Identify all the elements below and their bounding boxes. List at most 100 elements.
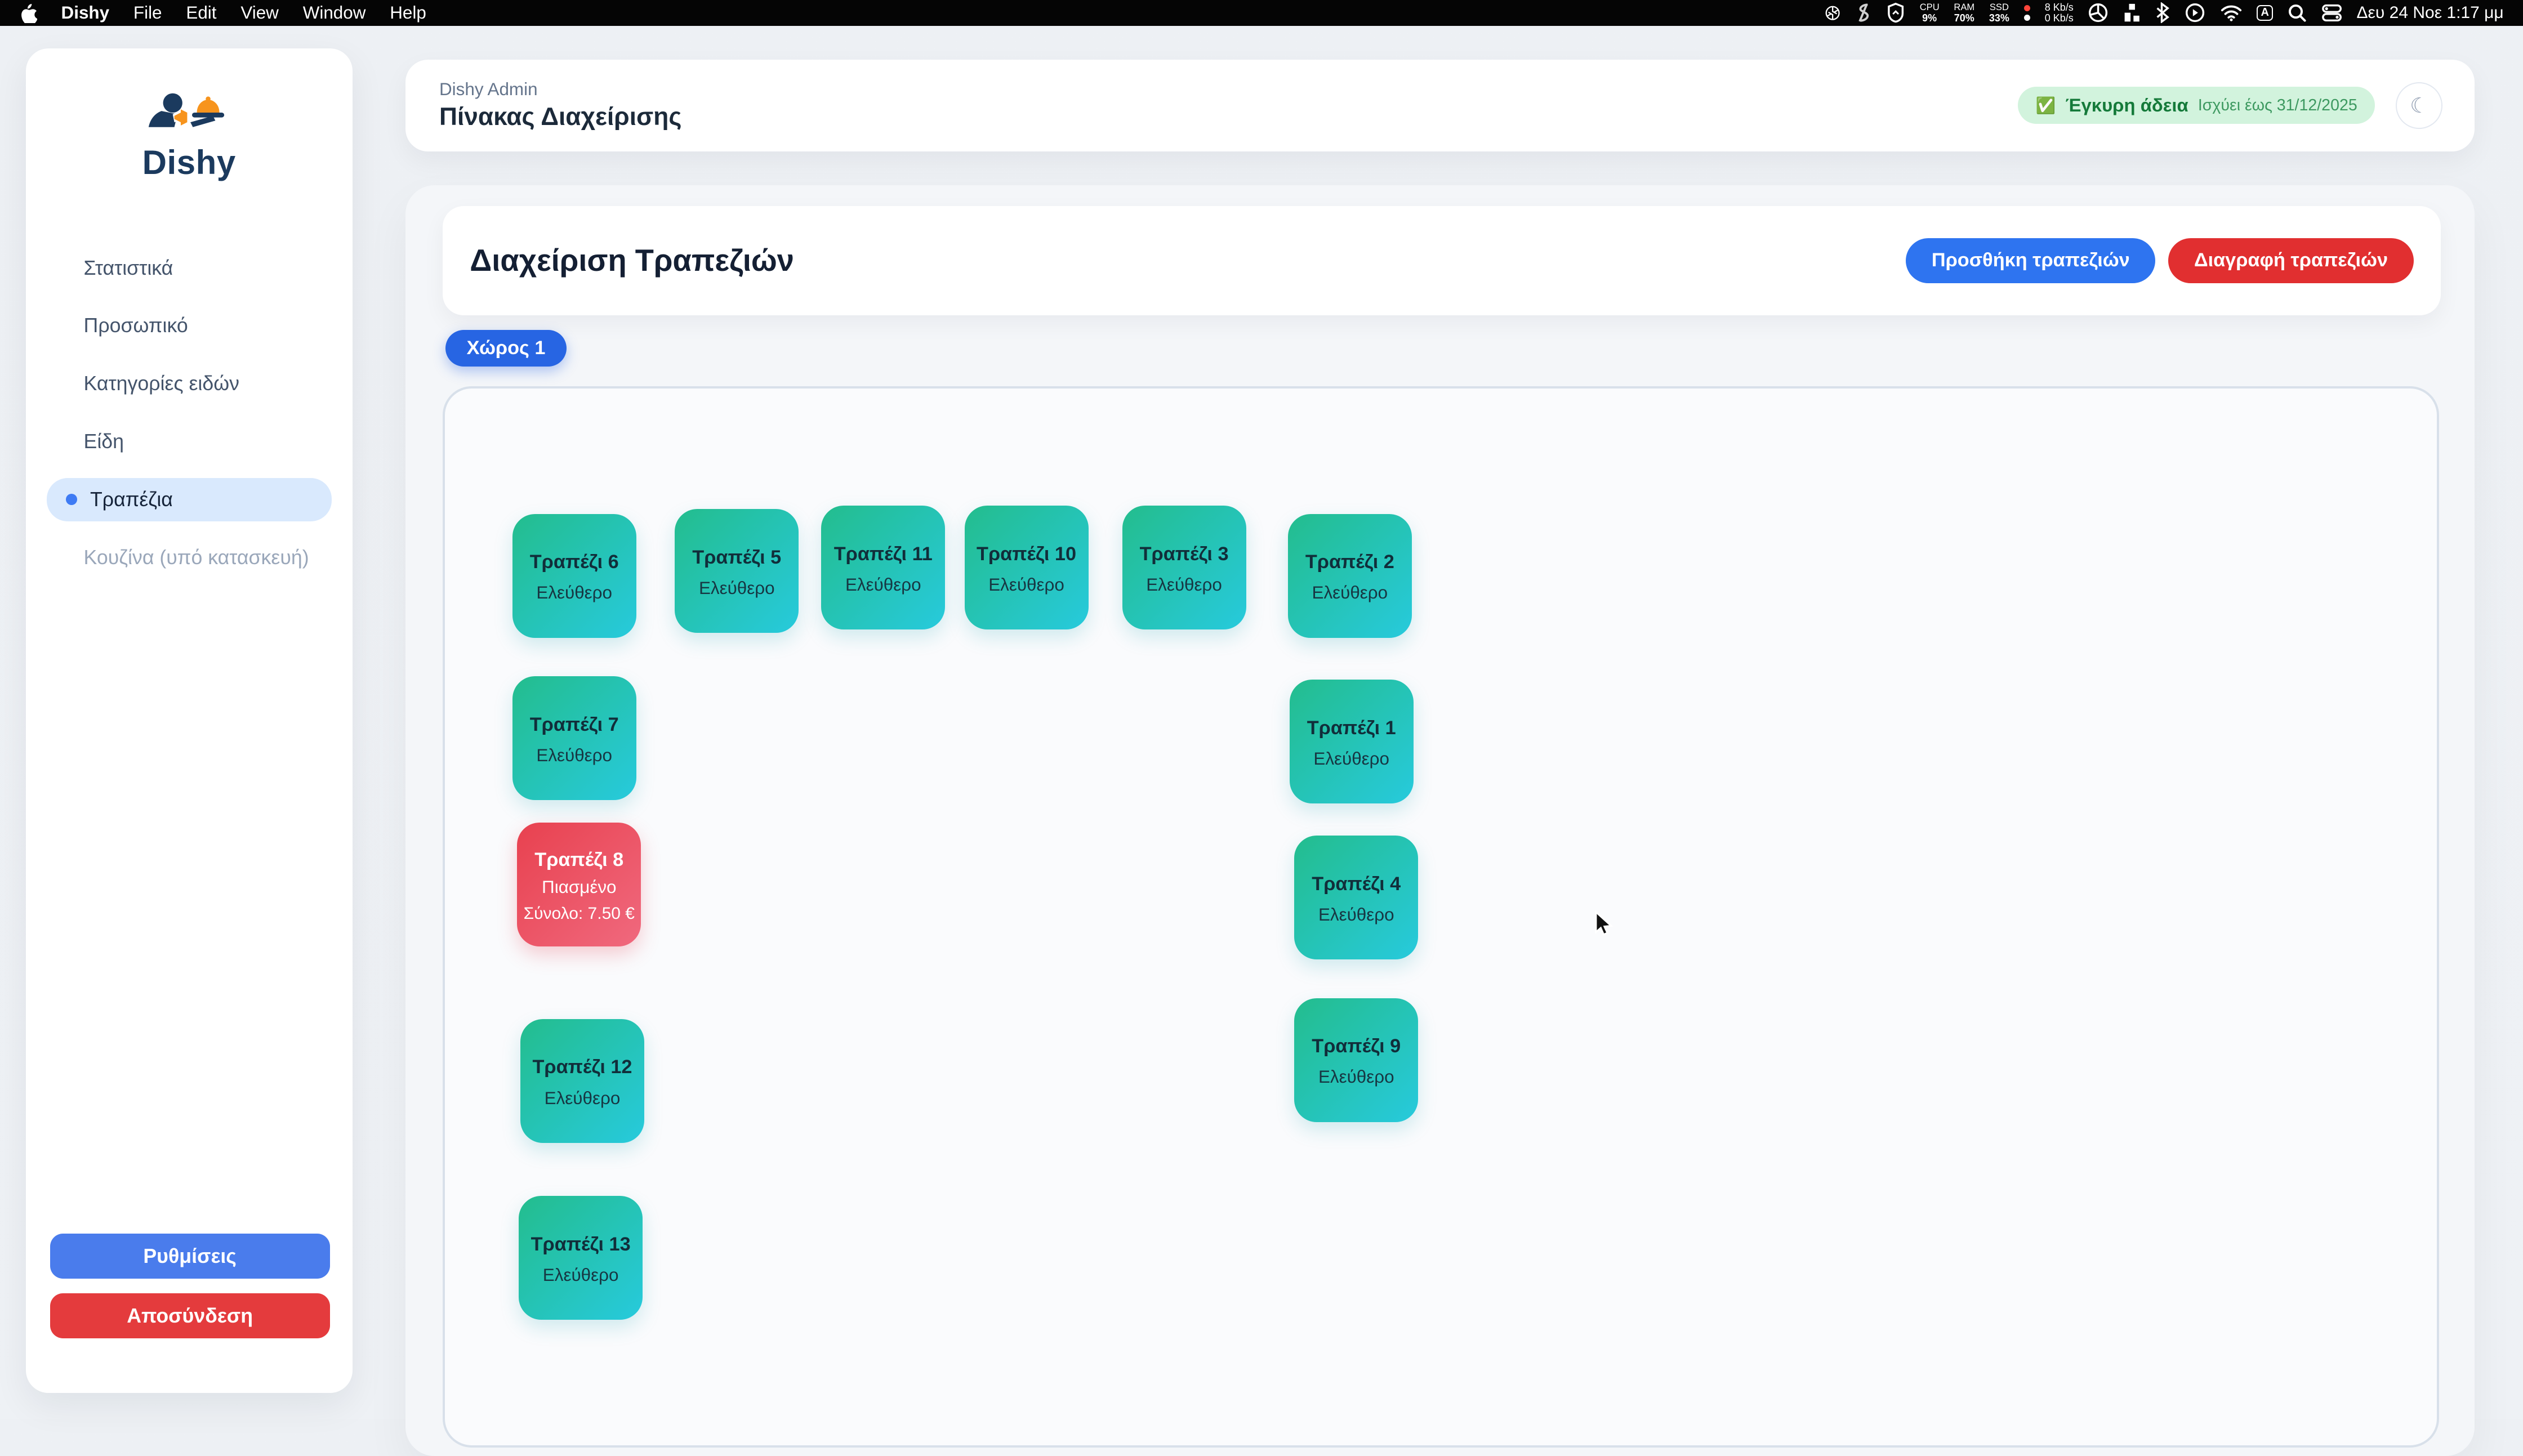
squiggle-app-icon[interactable] xyxy=(1857,2,1871,23)
sidebar-item-0[interactable]: Στατιστικά xyxy=(47,247,332,290)
table-status: Ελεύθερο xyxy=(1146,575,1222,595)
desktop: { "menubar": { "apple_icon": "apple-logo… xyxy=(0,0,2523,1419)
sidebar-nav: Στατιστικά Προσωπικό Κατηγορίες ειδών Είδη Τ… xyxy=(26,247,353,579)
sidebar-item-1[interactable]: Προσωπικό xyxy=(47,304,332,347)
section-actions: Προσθήκη τραπεζιών Διαγραφή τραπεζιών xyxy=(1906,238,2414,283)
sidebar-item-2[interactable]: Κατηγορίες ειδών xyxy=(47,362,332,405)
table-tile-4[interactable]: Τραπέζι 4Ελεύθερο xyxy=(1294,836,1418,959)
ssd-status[interactable]: SSD 33% xyxy=(1989,2,2009,24)
app-subtitle: Dishy Admin xyxy=(439,79,681,100)
sidebar-item-label: Κουζίνα (υπό κατασκευή) xyxy=(84,546,309,569)
sidebar-item-3[interactable]: Είδη xyxy=(47,420,332,463)
table-tile-6[interactable]: Τραπέζι 6 Ελεύθερο xyxy=(512,514,636,638)
openai-menubar-icon[interactable] xyxy=(1823,3,1842,23)
top-header-card: Dishy Admin Πίνακας Διαχείρισης ✅ Έγκυρη… xyxy=(405,60,2475,151)
table-status: Ελεύθερο xyxy=(545,1088,621,1109)
disk-pie-icon[interactable] xyxy=(2088,2,2109,23)
sidebar-item-4[interactable]: Τραπέζια xyxy=(47,478,332,521)
table-name: Τραπέζι 4 xyxy=(1312,873,1401,895)
table-tile-13[interactable]: Τραπέζι 13 Ελεύθερο xyxy=(519,1196,643,1320)
menubar-item-edit[interactable]: Edit xyxy=(186,3,216,23)
table-status: Ελεύθερο xyxy=(536,583,612,603)
table-tile-7[interactable]: Τραπέζι 7Ελεύθερο xyxy=(512,676,636,800)
dark-mode-toggle[interactable]: ☾ xyxy=(2396,82,2442,129)
license-badge: ✅ Έγκυρη άδεια Ισχύει έως 31/12/2025 xyxy=(2018,87,2375,124)
recording-dots-icon[interactable] xyxy=(2024,5,2030,21)
waiter-logo-icon xyxy=(147,90,231,148)
table-status: Ελεύθερο xyxy=(536,745,612,766)
macos-menubar: Dishy File Edit View Window Help CPU 9% … xyxy=(0,0,2523,26)
table-tile-10[interactable]: Τραπέζι 10Ελεύθερο xyxy=(965,506,1089,629)
logo-text: Dishy xyxy=(142,143,236,182)
table-name: Τραπέζι 8 xyxy=(534,849,623,871)
sidebar-item-label: Προσωπικό xyxy=(84,314,188,337)
table-name: Τραπέζι 13 xyxy=(531,1234,631,1256)
spotlight-search-icon[interactable] xyxy=(2288,3,2307,23)
table-name: Τραπέζι 3 xyxy=(1140,543,1229,565)
menubar-status-area: CPU 9% RAM 70% SSD 33% 8 Kb/s 0 Kb/s xyxy=(1823,2,2503,24)
table-tile-1[interactable]: Τραπέζι 1 Ελεύθερο xyxy=(1290,680,1414,803)
sidebar-footer: Ρυθμίσεις Αποσύνδεση xyxy=(50,1234,330,1338)
cpu-status[interactable]: CPU 9% xyxy=(1920,2,1940,24)
table-name: Τραπέζι 12 xyxy=(532,1056,632,1078)
input-source-letter: A xyxy=(2261,6,2268,19)
page-title: Πίνακας Διαχείρισης xyxy=(439,103,681,131)
table-name: Τραπέζι 1 xyxy=(1307,717,1396,739)
cpu-label: CPU xyxy=(1920,2,1940,13)
menubar-item-window[interactable]: Window xyxy=(303,3,366,23)
license-label: Έγκυρη άδεια xyxy=(2065,95,2188,116)
table-status: Ελεύθερο xyxy=(1313,749,1389,769)
network-speed-status[interactable]: 8 Kb/s 0 Kb/s xyxy=(2045,2,2074,24)
table-tile-5[interactable]: Τραπέζι 5Ελεύθερο xyxy=(675,509,799,633)
cpu-value: 9% xyxy=(1922,13,1937,24)
ram-status[interactable]: RAM 70% xyxy=(1954,2,1974,24)
active-item-dot xyxy=(66,494,77,505)
logout-button[interactable]: Αποσύνδεση xyxy=(50,1293,330,1338)
play-circle-icon[interactable] xyxy=(2185,2,2205,23)
menubar-item-view[interactable]: View xyxy=(240,3,279,23)
table-status: Ελεύθερο xyxy=(699,578,775,599)
delete-tables-button[interactable]: Διαγραφή τραπεζιών xyxy=(2168,238,2413,283)
tables-section: Διαχείριση Τραπεζιών Προσθήκη τραπεζιών … xyxy=(405,185,2475,1456)
sidebar-item-label: Τραπέζια xyxy=(90,488,173,511)
space-tab-1[interactable]: Χώρος 1 xyxy=(445,330,566,367)
add-tables-button[interactable]: Προσθήκη τραπεζιών xyxy=(1906,238,2155,283)
sidebar: Dishy Στατιστικά Προσωπικό Κατηγορίες ειδώ… xyxy=(26,48,353,1394)
bluetooth-icon[interactable] xyxy=(2155,2,2170,23)
wifi-icon[interactable] xyxy=(2220,4,2243,21)
menubar-item-help[interactable]: Help xyxy=(390,3,426,23)
table-status: Ελεύθερο xyxy=(543,1265,619,1285)
menubar-app-name[interactable]: Dishy xyxy=(61,3,110,23)
table-name: Τραπέζι 10 xyxy=(977,543,1076,565)
table-tile-8[interactable]: Τραπέζι 8ΠιασμένοΣύνολο: 7.50 € xyxy=(517,823,641,946)
section-title-card: Διαχείριση Τραπεζιών Προσθήκη τραπεζιών … xyxy=(443,206,2441,315)
menubar-clock[interactable]: Δευ 24 Νοε 1:17 μμ xyxy=(2357,3,2504,23)
apple-menu-icon[interactable] xyxy=(19,2,37,23)
header-right: ✅ Έγκυρη άδεια Ισχύει έως 31/12/2025 ☾ xyxy=(2018,82,2442,129)
sidebar-item-label: Κατηγορίες ειδών xyxy=(84,372,239,395)
menubar-item-file[interactable]: File xyxy=(133,3,162,23)
section-title: Διαχείριση Τραπεζιών xyxy=(470,243,794,278)
usb-device-icon[interactable] xyxy=(2123,2,2141,23)
table-tile-3[interactable]: Τραπέζι 3 Ελεύθερο xyxy=(1122,506,1246,629)
settings-button[interactable]: Ρυθμίσεις xyxy=(50,1234,330,1279)
sidebar-item-label: Στατιστικά xyxy=(84,257,173,280)
table-status: Πιασμένο xyxy=(542,877,616,897)
ssd-label: SSD xyxy=(1990,2,2009,13)
tables-canvas[interactable]: Τραπέζι 6ΕλεύθεροΤραπέζι 5ΕλεύθεροΤραπέζ… xyxy=(443,386,2440,1448)
table-tile-2[interactable]: Τραπέζι 2Ελεύθερο xyxy=(1288,514,1412,638)
table-tile-11[interactable]: Τραπέζι 11Ελεύθερο xyxy=(821,506,945,629)
header-titles: Dishy Admin Πίνακας Διαχείρισης xyxy=(439,79,681,131)
dishy-logo: Dishy xyxy=(26,48,353,182)
table-status: Ελεύθερο xyxy=(1312,583,1388,603)
license-valid-until: Ισχύει έως 31/12/2025 xyxy=(2198,96,2357,115)
table-name: Τραπέζι 6 xyxy=(530,551,619,573)
ram-label: RAM xyxy=(1954,2,1974,13)
table-tile-12[interactable]: Τραπέζι 12 Ελεύθερο xyxy=(520,1019,644,1143)
stats-shield-icon[interactable] xyxy=(1886,2,1905,23)
input-source-icon[interactable]: A xyxy=(2257,5,2273,21)
red-dot xyxy=(2024,5,2030,11)
table-tile-9[interactable]: Τραπέζι 9Ελεύθερο xyxy=(1294,998,1418,1122)
control-center-icon[interactable] xyxy=(2321,4,2342,21)
table-name: Τραπέζι 9 xyxy=(1312,1035,1401,1057)
